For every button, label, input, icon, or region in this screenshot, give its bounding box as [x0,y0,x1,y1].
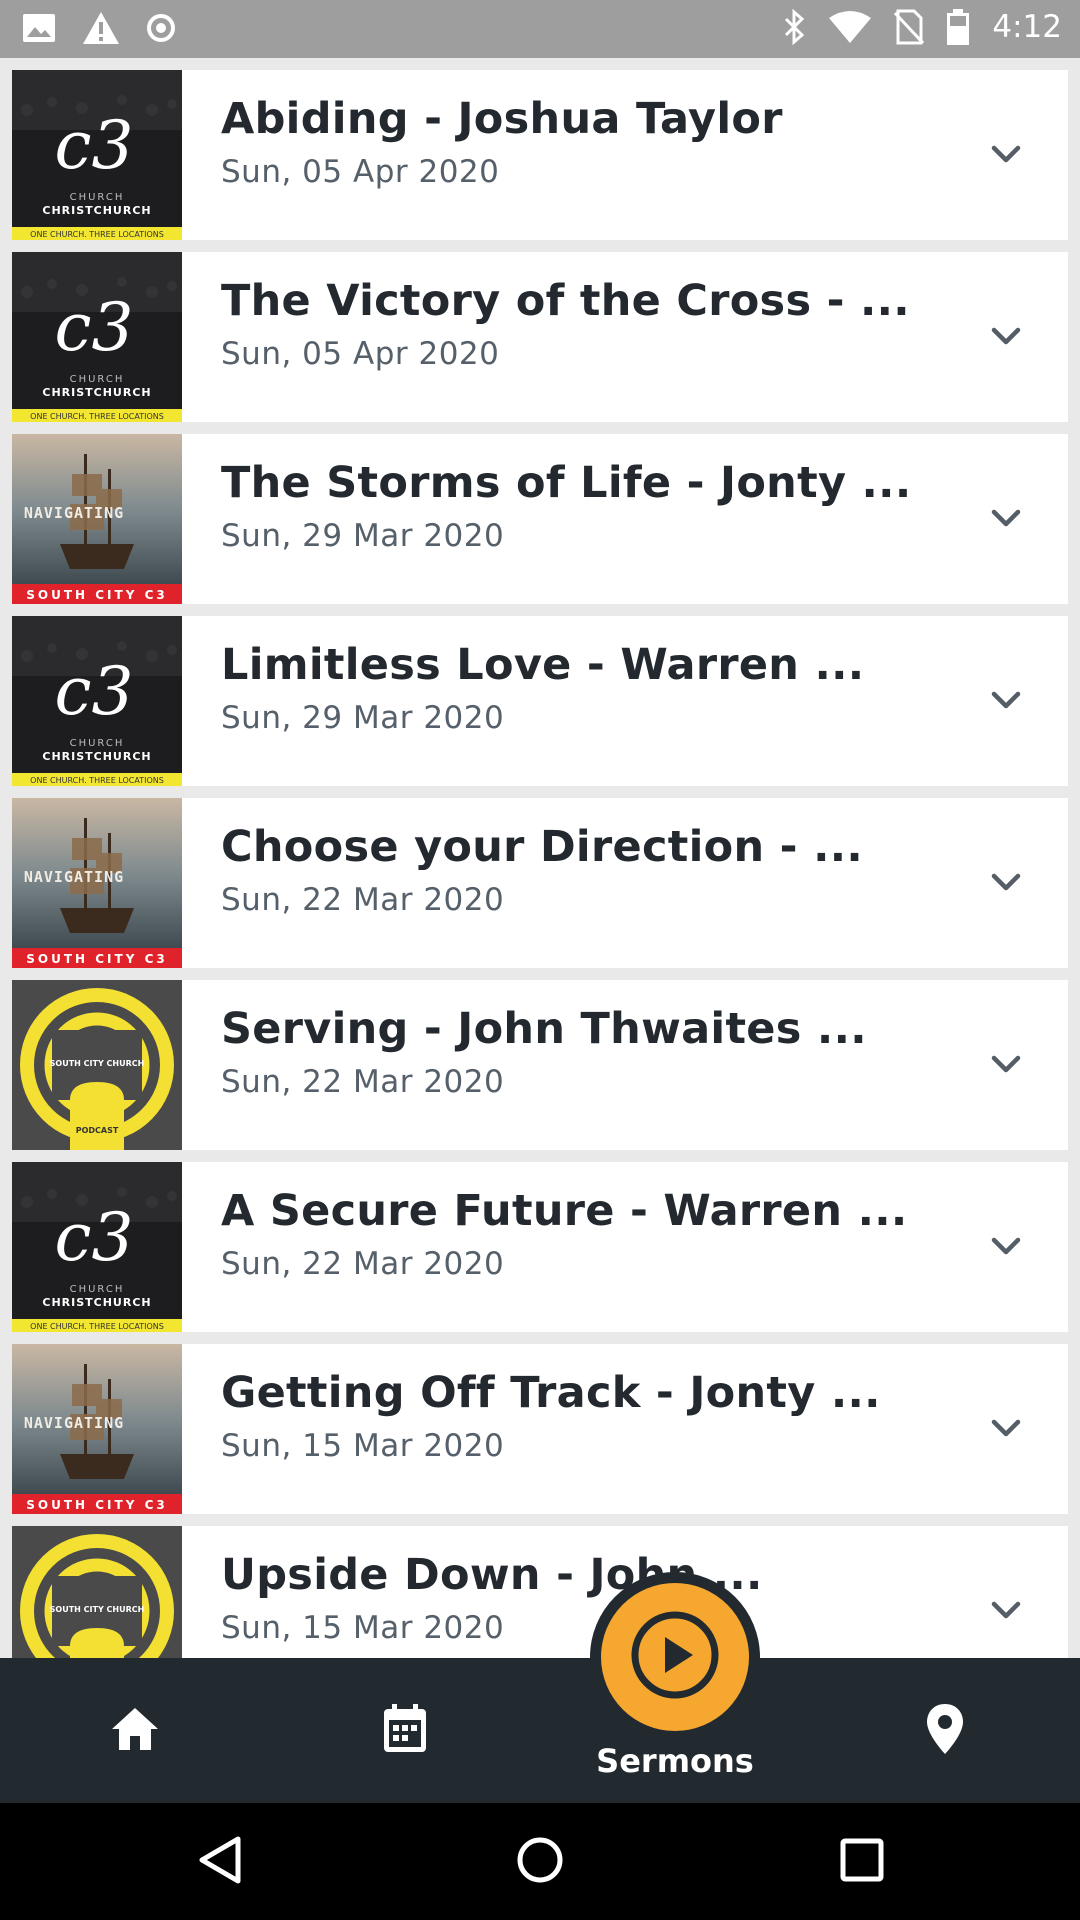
back-button[interactable] [170,1803,270,1920]
nav-sermons-button[interactable] [601,1583,749,1731]
sermon-row[interactable]: SOUTH CITY CHURCH PODCAST Upside Down - … [12,1526,1068,1658]
sermon-row[interactable]: NAVIGATING SOUTH CITY C3 Choose your Dir… [12,798,1068,968]
c3-location-text: CHRISTCHURCH [42,1296,151,1309]
sermon-title: Getting Off Track - Jonty ... [221,1368,881,1418]
south-city-text: SOUTH CITY C3 [26,1498,167,1512]
sync-icon [146,13,176,43]
sermon-artwork: SOUTH CITY CHURCH PODCAST [12,980,182,1150]
chevron-down-icon[interactable] [984,860,1028,904]
c3-church-text: CHURCH [70,1284,125,1295]
sermon-row[interactable]: NAVIGATING SOUTH CITY C3 The Storms of L… [12,434,1068,604]
sermon-date: Sun, 05 Apr 2020 [221,154,500,190]
back-triangle-icon [198,1836,242,1888]
sermon-artwork: SOUTH CITY CHURCH PODCAST [12,1526,182,1658]
c3-logo-text: c3 [55,289,134,366]
system-nav-bar [0,1803,1080,1920]
clock: 4:12 [992,9,1062,45]
bluetooth-icon [782,9,806,45]
c3-church-text: CHURCH [70,738,125,749]
navigating-text: NAVIGATING [24,1414,124,1432]
sermon-row[interactable]: c3 CHURCH CHRISTCHURCH ONE CHURCH. THREE… [12,616,1068,786]
sermon-row[interactable]: c3 CHURCH CHRISTCHURCH ONE CHURCH. THREE… [12,252,1068,422]
nav-calendar[interactable] [330,1658,480,1803]
sermon-date: Sun, 22 Mar 2020 [221,882,505,918]
sermon-date: Sun, 05 Apr 2020 [221,336,500,372]
sermon-artwork: c3 CHURCH CHRISTCHURCH ONE CHURCH. THREE… [12,252,182,422]
sermon-title: The Victory of the Cross - ... [221,276,910,326]
sermon-artwork: c3 CHURCH CHRISTCHURCH ONE CHURCH. THREE… [12,1162,182,1332]
navigating-text: NAVIGATING [24,868,124,886]
recents-button[interactable] [812,1803,912,1920]
chevron-down-icon[interactable] [984,678,1028,722]
sermon-title: Upside Down - John ... [221,1550,763,1600]
chevron-down-icon[interactable] [984,1224,1028,1268]
sermon-title: A Secure Future - Warren ... [221,1186,908,1236]
c3-tagline-text: ONE CHURCH. THREE LOCATIONS [30,230,164,239]
c3-location-text: CHRISTCHURCH [42,386,151,399]
sermon-title: Choose your Direction - ... [221,822,863,872]
recents-square-icon [840,1838,884,1886]
sermon-date: Sun, 22 Mar 2020 [221,1064,505,1100]
bottom-nav [0,1658,1080,1803]
c3-location-text: CHRISTCHURCH [42,204,151,217]
sermon-date: Sun, 29 Mar 2020 [221,700,505,736]
c3-tagline-text: ONE CHURCH. THREE LOCATIONS [30,776,164,785]
south-city-text: SOUTH CITY C3 [26,952,167,966]
c3-church-text: CHURCH [70,192,125,203]
sermon-date: Sun, 29 Mar 2020 [221,518,505,554]
sermon-artwork: NAVIGATING SOUTH CITY C3 [12,798,182,968]
home-icon [110,1706,160,1756]
c3-church-text: CHURCH [70,374,125,385]
navigating-text: NAVIGATING [24,504,124,522]
sermon-row[interactable]: NAVIGATING SOUTH CITY C3 Getting Off Tra… [12,1344,1068,1514]
sermon-title: The Storms of Life - Jonty ... [221,458,912,508]
podcast-label-text: PODCAST [76,1126,119,1135]
calendar-icon [382,1703,428,1758]
sermon-title: Serving - John Thwaites ... [221,1004,867,1054]
sermon-row[interactable]: c3 CHURCH CHRISTCHURCH ONE CHURCH. THREE… [12,70,1068,240]
c3-logo-text: c3 [55,1199,134,1276]
sermon-artwork: NAVIGATING SOUTH CITY C3 [12,434,182,604]
chevron-down-icon[interactable] [984,314,1028,358]
south-city-text: SOUTH CITY C3 [26,588,167,602]
nav-sermons-label[interactable]: Sermons [560,1742,790,1780]
sermon-row[interactable]: SOUTH CITY CHURCH PODCAST Serving - John… [12,980,1068,1150]
sermon-date: Sun, 22 Mar 2020 [221,1246,505,1282]
c3-tagline-text: ONE CHURCH. THREE LOCATIONS [30,412,164,421]
sermon-artwork: c3 CHURCH CHRISTCHURCH ONE CHURCH. THREE… [12,616,182,786]
play-icon [627,1607,723,1707]
c3-location-text: CHRISTCHURCH [42,750,151,763]
home-circle-icon [516,1836,564,1888]
sermon-title: Limitless Love - Warren ... [221,640,865,690]
location-pin-icon [926,1703,964,1759]
chevron-down-icon[interactable] [984,132,1028,176]
home-system-button[interactable] [490,1803,590,1920]
nav-location[interactable] [870,1658,1020,1803]
chevron-down-icon[interactable] [984,1042,1028,1086]
sermon-date: Sun, 15 Mar 2020 [221,1428,505,1464]
image-icon [22,13,56,43]
nav-home[interactable] [60,1658,210,1803]
sermon-artwork: c3 CHURCH CHRISTCHURCH ONE CHURCH. THREE… [12,70,182,240]
no-sim-icon [894,9,925,45]
sermon-list[interactable]: c3 CHURCH CHRISTCHURCH ONE CHURCH. THREE… [0,58,1080,1658]
chevron-down-icon[interactable] [984,1588,1028,1632]
status-bar: 4:12 [0,0,1080,58]
sermon-artwork: NAVIGATING SOUTH CITY C3 [12,1344,182,1514]
c3-logo-text: c3 [55,653,134,730]
podcast-church-text: SOUTH CITY CHURCH [50,1059,145,1068]
wifi-icon [828,10,872,44]
battery-icon [946,8,970,46]
sermon-title: Abiding - Joshua Taylor [221,94,783,144]
warning-icon [82,11,120,45]
c3-tagline-text: ONE CHURCH. THREE LOCATIONS [30,1322,164,1331]
sermon-date: Sun, 15 Mar 2020 [221,1610,505,1646]
chevron-down-icon[interactable] [984,496,1028,540]
chevron-down-icon[interactable] [984,1406,1028,1450]
sermon-row[interactable]: c3 CHURCH CHRISTCHURCH ONE CHURCH. THREE… [12,1162,1068,1332]
c3-logo-text: c3 [55,107,134,184]
podcast-church-text: SOUTH CITY CHURCH [50,1605,145,1614]
